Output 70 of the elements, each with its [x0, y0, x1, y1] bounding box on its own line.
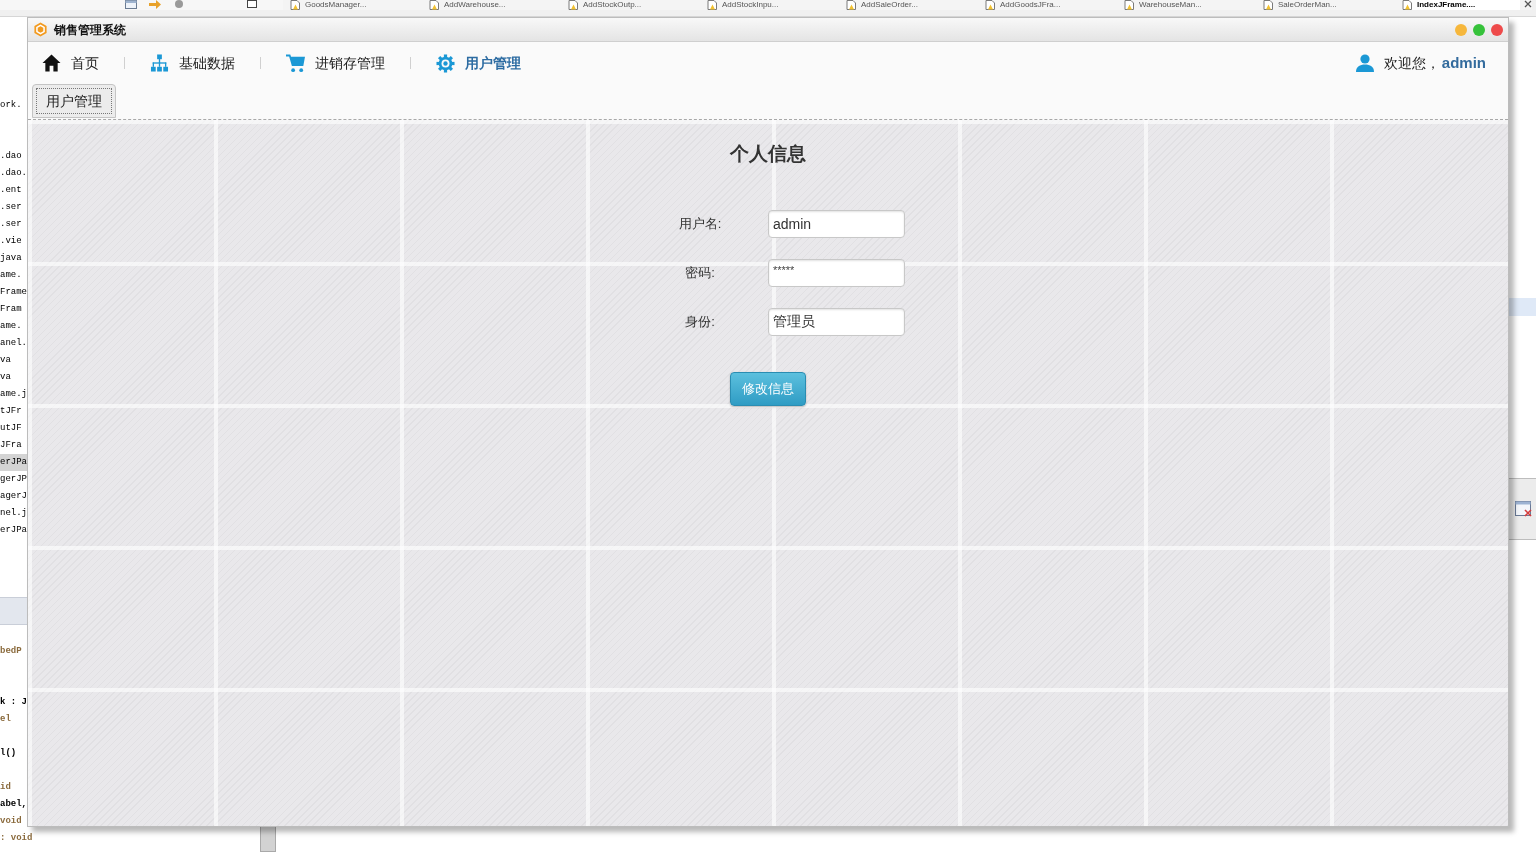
editor-tab[interactable]: AddWarehouse...	[429, 0, 568, 10]
welcome-text: 欢迎您，	[1383, 53, 1440, 73]
code-line: abel,	[0, 798, 27, 811]
code-line: bedP	[0, 645, 22, 658]
close-icon[interactable]	[1524, 0, 1532, 8]
input-field[interactable]: 管理员	[768, 308, 905, 336]
field-label: 用户名:	[677, 215, 723, 234]
editor-tab[interactable]: IndexJFrame....	[1402, 0, 1520, 10]
nav-item[interactable]: 首页	[42, 52, 99, 74]
form-title: 个人信息	[730, 142, 806, 166]
username-text: admin	[1441, 52, 1486, 73]
tree-item[interactable]: Fram	[0, 301, 27, 318]
cart-icon	[286, 53, 305, 73]
editor-tab[interactable]: WarehouseMan...	[1124, 0, 1263, 10]
code-line: : void	[0, 832, 33, 845]
tree-item[interactable]: .dao	[0, 148, 27, 165]
maximize-button[interactable]	[1473, 23, 1485, 36]
tree-item[interactable]: agerJ	[0, 488, 27, 505]
editor-tab[interactable]: SaleOrderMan...	[1263, 0, 1402, 10]
input-field[interactable]: admin	[768, 210, 905, 238]
home-icon	[42, 54, 61, 72]
settings-icon	[436, 53, 455, 73]
tree-item[interactable]: utJF	[0, 420, 27, 437]
code-line: id	[0, 781, 11, 794]
circle-icon[interactable]	[173, 0, 185, 9]
window-icon[interactable]	[247, 0, 257, 9]
field-label: 身份:	[684, 313, 716, 332]
window-title: 销售管理系统	[54, 22, 126, 37]
tree-item[interactable]: ame.	[0, 318, 27, 335]
editor-tab[interactable]: AddStockOutp...	[568, 0, 707, 10]
code-line: void	[0, 815, 22, 828]
tree-item[interactable]: .ser	[0, 216, 27, 233]
tree-item[interactable]: Frame	[0, 284, 27, 301]
editor-tab[interactable]: AddStockInpu...	[707, 0, 846, 10]
password-field[interactable]: *****	[768, 259, 905, 287]
window-error-icon[interactable]	[1515, 500, 1533, 518]
tree-item[interactable]: .ser	[0, 199, 27, 216]
tree-item[interactable]: ame.	[0, 267, 27, 284]
code-line: el	[0, 713, 11, 726]
tree-item[interactable]: .dao.	[0, 165, 27, 182]
page-tab[interactable]: 用户管理	[32, 84, 116, 118]
tree-item[interactable]: java	[0, 250, 27, 267]
tree-item[interactable]: ame.j	[0, 386, 27, 403]
user-icon	[1354, 54, 1375, 72]
tree-item[interactable]: va	[0, 352, 27, 369]
tree-item[interactable]: nel.j	[0, 505, 27, 522]
tree-item[interactable]: tJFr	[0, 403, 27, 420]
code-line: l()	[0, 747, 17, 760]
field-label: 密码:	[684, 264, 716, 283]
tree-item[interactable]: .ent	[0, 182, 27, 199]
editor-tab[interactable]: GoodsManager...	[290, 0, 429, 10]
editor-tab[interactable]: AddSaleOrder...	[846, 0, 985, 10]
tree-item[interactable]: ork.	[0, 97, 27, 114]
editor-tab[interactable]: AddGoodsJFra...	[985, 0, 1124, 10]
tree-item[interactable]: va	[0, 369, 27, 386]
scrollbar-thumb[interactable]	[260, 826, 276, 852]
arrow-icon[interactable]	[149, 0, 161, 9]
tree-item[interactable]: erJPa	[0, 454, 27, 471]
code-line: k : J	[0, 696, 27, 709]
close-button[interactable]	[1491, 23, 1503, 36]
nav-item[interactable]: 基础数据	[150, 52, 235, 74]
tree-item[interactable]: gerJP	[0, 471, 27, 488]
app-logo-icon	[33, 22, 48, 37]
tree-item[interactable]: erJPa	[0, 522, 27, 539]
tree-item[interactable]: anel.	[0, 335, 27, 352]
sitemap-icon	[150, 54, 169, 72]
tree-item[interactable]: JFra	[0, 437, 27, 454]
tree-item[interactable]: .vie	[0, 233, 27, 250]
nav-item[interactable]: 用户管理	[436, 52, 521, 74]
nav-item[interactable]: 进销存管理	[286, 52, 385, 74]
